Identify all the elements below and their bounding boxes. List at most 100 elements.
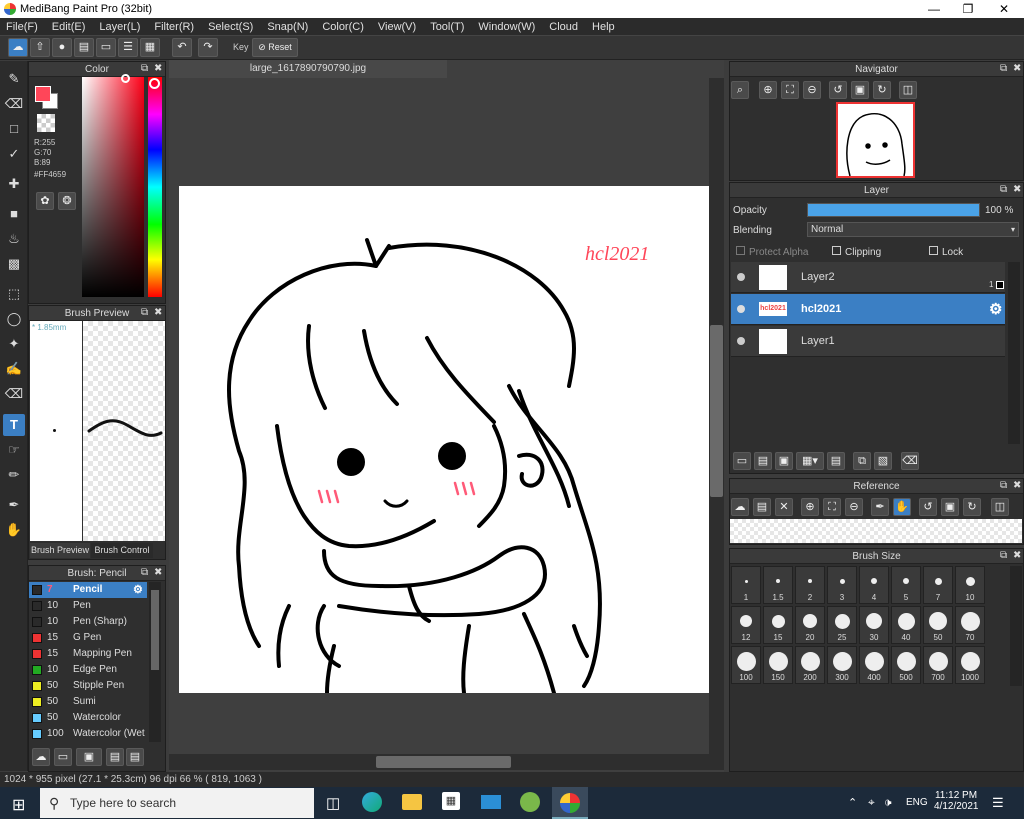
scrollbar-thumb[interactable]	[151, 590, 159, 670]
select-pen-icon[interactable]: ✍	[3, 358, 25, 380]
brush-size-option[interactable]: 3	[827, 566, 857, 604]
brush-size-option[interactable]: 50	[923, 606, 953, 644]
brush-list-item[interactable]: 50 Stipple Pen	[29, 678, 147, 694]
medibang-taskbar-item[interactable]	[552, 787, 588, 819]
maximize-icon[interactable]: ❐	[950, 0, 986, 18]
palette-add-icon[interactable]: ❂	[58, 192, 76, 210]
lasso-icon[interactable]: ◯	[3, 308, 25, 330]
brush-list-item[interactable]: 50 Sumi	[29, 694, 147, 710]
new-layer-icon[interactable]: ▭	[733, 452, 751, 470]
brush-size-option[interactable]: 400	[859, 646, 889, 684]
select-eraser-icon[interactable]: ⌫	[3, 383, 25, 405]
taskbar-search-box[interactable]: ⚲ Type here to search	[40, 788, 314, 818]
fill-rect-icon[interactable]: ■	[3, 203, 25, 225]
close-icon[interactable]: ✖	[1013, 184, 1021, 195]
hscroll-thumb[interactable]	[376, 756, 511, 768]
brush-size-option[interactable]: 10	[955, 566, 985, 604]
magic-wand-icon[interactable]: ✦	[3, 333, 25, 355]
menu-filter[interactable]: Filter(R)	[148, 18, 194, 36]
network-icon[interactable]: ⌖	[868, 795, 875, 810]
brush-list-scrollbar[interactable]	[149, 582, 161, 742]
brush-list-item[interactable]: 100 Watercolor (Wet	[29, 726, 147, 742]
zoom-fit-icon[interactable]: ⌕	[731, 81, 749, 99]
brush-size-option[interactable]: 1	[731, 566, 761, 604]
new-halftone-layer-icon[interactable]: ▤	[754, 452, 772, 470]
merge-layer-icon[interactable]: ▧	[874, 452, 892, 470]
brush-list-item[interactable]: 10 Pen (Sharp)	[29, 614, 147, 630]
volume-icon[interactable]: 🕩	[884, 795, 892, 810]
edge-browser-icon[interactable]	[362, 792, 382, 812]
zoom-in-icon[interactable]: ⊕	[759, 81, 777, 99]
rotate-right-icon[interactable]: ↻	[873, 81, 891, 99]
reset-button[interactable]: ⊘ Reset	[252, 38, 298, 57]
close-icon[interactable]: ✖	[154, 63, 162, 74]
task-view-icon[interactable]: ◫	[326, 794, 340, 812]
copy-layer-icon[interactable]: ⧉	[853, 452, 871, 470]
shape-tool-icon[interactable]: □	[3, 118, 25, 140]
mail-icon[interactable]	[481, 795, 501, 809]
transparent-swatch[interactable]	[37, 114, 55, 132]
menu-edit[interactable]: Edit(E)	[46, 18, 86, 36]
windows-start-icon[interactable]: ⊞	[12, 795, 25, 815]
menu-color[interactable]: Color(C)	[316, 18, 364, 36]
menu-tool[interactable]: Tool(T)	[424, 18, 464, 36]
close-icon[interactable]: ✖	[1013, 63, 1021, 74]
gear-icon[interactable]: ⚙	[989, 300, 1002, 318]
brush-list-item[interactable]: 50 Watercolor	[29, 710, 147, 726]
divide-tool-icon[interactable]: ✏	[3, 464, 25, 486]
close-icon[interactable]: ✖	[1013, 550, 1021, 561]
trash-icon[interactable]: ⌫	[901, 452, 919, 470]
gear-icon[interactable]: ⚙	[133, 582, 143, 598]
brush-size-option[interactable]: 150	[763, 646, 793, 684]
cloud-brush-icon[interactable]: ☁	[32, 748, 50, 766]
brush-size-option[interactable]: 500	[891, 646, 921, 684]
text-tool-icon[interactable]: T	[3, 414, 25, 436]
hue-slider[interactable]	[148, 77, 162, 297]
menu-file[interactable]: File(F)	[0, 18, 38, 36]
brush-tool-icon[interactable]: ✎	[3, 68, 25, 90]
move-tool-icon[interactable]: ✚	[3, 173, 25, 195]
bucket-tool-icon[interactable]: ♨	[3, 228, 25, 250]
foreground-color-swatch[interactable]	[35, 86, 51, 102]
saturation-value-picker[interactable]	[82, 77, 144, 297]
menu-window[interactable]: Window(W)	[472, 18, 535, 36]
opacity-slider[interactable]	[807, 203, 980, 217]
brush-size-option[interactable]: 200	[795, 646, 825, 684]
fit-window-icon[interactable]: ⛶	[823, 498, 841, 516]
language-indicator[interactable]: ENG	[906, 797, 928, 808]
brush-list-item[interactable]: 10 Pen	[29, 598, 147, 614]
brush-size-option[interactable]: 70	[955, 606, 985, 644]
file-explorer-icon[interactable]	[402, 794, 422, 810]
hue-cursor[interactable]	[149, 78, 160, 89]
menu-snap[interactable]: Snap(N)	[261, 18, 308, 36]
menu-view[interactable]: View(V)	[372, 18, 416, 36]
gradient-tool-icon[interactable]: ▩	[3, 253, 25, 275]
brush-size-scrollbar[interactable]	[1010, 566, 1022, 686]
close-icon[interactable]: ✖	[1013, 480, 1021, 491]
layer-row[interactable]: Layer1	[731, 326, 1005, 357]
sv-cursor[interactable]	[121, 74, 130, 83]
drawing-canvas[interactable]: hcl2021	[179, 186, 709, 693]
comment-icon[interactable]: ●	[52, 38, 72, 57]
undock-icon[interactable]: ⧉	[1000, 480, 1007, 491]
navigator-thumbnail[interactable]	[836, 102, 915, 178]
horizontal-scrollbar[interactable]	[169, 754, 724, 770]
flip-icon[interactable]: ◫	[899, 81, 917, 99]
brush-size-option[interactable]: 40	[891, 606, 921, 644]
brush-size-option[interactable]: 1.5	[763, 566, 793, 604]
brush-size-option[interactable]: 25	[827, 606, 857, 644]
upload-icon[interactable]: ⇧	[30, 38, 50, 57]
chevron-up-icon[interactable]: ⌃	[848, 796, 857, 809]
document-tab[interactable]: large_1617890790790.jpg	[169, 60, 447, 78]
zoom-out-icon[interactable]: ⊖	[845, 498, 863, 516]
brush-size-option[interactable]: 2	[795, 566, 825, 604]
brush-size-option[interactable]: 12	[731, 606, 761, 644]
brush-size-option[interactable]: 300	[827, 646, 857, 684]
brush-size-option[interactable]: 15	[763, 606, 793, 644]
blending-select[interactable]: Normal ▾	[807, 222, 1019, 237]
folder-icon[interactable]: ▤	[827, 452, 845, 470]
undo-icon[interactable]: ↶	[172, 38, 192, 57]
eraser-tool-icon[interactable]: ⌫	[3, 93, 25, 115]
notification-icon[interactable]: ☰	[992, 795, 1004, 811]
hand-tool-icon[interactable]: ✋	[3, 519, 25, 541]
